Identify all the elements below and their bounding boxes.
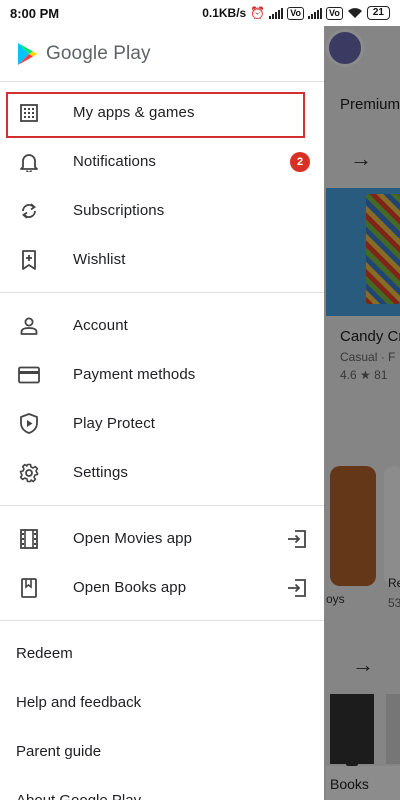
drawer-item-parent-guide[interactable]: Parent guide <box>0 727 324 776</box>
signal-icon <box>269 7 284 19</box>
drawer-item-help-feedback[interactable]: Help and feedback <box>0 678 324 727</box>
brand-title: Google Play <box>46 42 151 64</box>
drawer-menu: My apps & games Notifications 2 Subscrip… <box>0 82 324 800</box>
refresh-icon <box>18 200 40 222</box>
network-speed: 0.1KB/s <box>202 6 247 20</box>
status-indicators: 0.1KB/s ⏰ Vo Vo 21 <box>202 6 390 20</box>
open-external-icon <box>286 577 308 599</box>
divider <box>0 505 324 506</box>
credit-card-icon <box>18 364 40 386</box>
drawer-item-label: Subscriptions <box>73 202 165 219</box>
drawer-item-open-movies[interactable]: Open Movies app <box>0 514 324 563</box>
drawer-item-account[interactable]: Account <box>0 301 324 350</box>
bell-icon <box>18 151 40 173</box>
volte-icon-2: Vo <box>326 6 343 20</box>
drawer-item-label: Open Movies app <box>73 530 193 547</box>
drawer-item-notifications[interactable]: Notifications 2 <box>0 137 324 186</box>
navigation-drawer: Google Play My apps & games Notification… <box>0 26 324 800</box>
drawer-item-wishlist[interactable]: Wishlist <box>0 235 324 284</box>
drawer-item-settings[interactable]: Settings <box>0 448 324 497</box>
grid-icon <box>18 102 40 124</box>
shield-play-icon <box>18 413 40 435</box>
drawer-item-redeem[interactable]: Redeem <box>0 629 324 678</box>
drawer-item-label: Open Books app <box>73 579 187 596</box>
bookmark-add-icon <box>18 249 40 271</box>
drawer-item-label: Payment methods <box>73 366 196 383</box>
alarm-icon: ⏰ <box>250 6 266 20</box>
open-external-icon <box>286 528 308 550</box>
google-play-logo-icon <box>14 41 40 67</box>
drawer-item-label: Account <box>73 317 128 334</box>
drawer-item-play-protect[interactable]: Play Protect <box>0 399 324 448</box>
film-icon <box>18 528 40 550</box>
drawer-item-label: My apps & games <box>73 104 195 121</box>
gear-icon <box>18 462 40 484</box>
status-time: 8:00 PM <box>10 5 60 21</box>
person-icon <box>18 315 40 337</box>
divider <box>0 620 324 621</box>
wifi-icon <box>347 7 363 19</box>
drawer-item-open-books[interactable]: Open Books app <box>0 563 324 612</box>
signal-icon-2 <box>308 7 323 19</box>
status-bar: 8:00 PM 0.1KB/s ⏰ Vo Vo 21 <box>0 0 400 26</box>
drawer-item-about[interactable]: About Google Play <box>0 776 324 800</box>
drawer-header: Google Play <box>0 26 324 82</box>
drawer-item-label: Play Protect <box>73 415 156 432</box>
notification-count-badge: 2 <box>290 151 310 172</box>
divider <box>0 292 324 293</box>
drawer-item-label: Settings <box>73 464 128 481</box>
book-icon <box>18 577 40 599</box>
battery-icon: 21 <box>366 6 390 20</box>
drawer-item-my-apps[interactable]: My apps & games <box>0 88 324 138</box>
volte-icon: Vo <box>287 6 305 20</box>
drawer-item-label: Notifications <box>73 153 157 170</box>
drawer-item-label: Wishlist <box>73 251 126 268</box>
drawer-item-payment-methods[interactable]: Payment methods <box>0 350 324 399</box>
drawer-item-subscriptions[interactable]: Subscriptions <box>0 186 324 235</box>
